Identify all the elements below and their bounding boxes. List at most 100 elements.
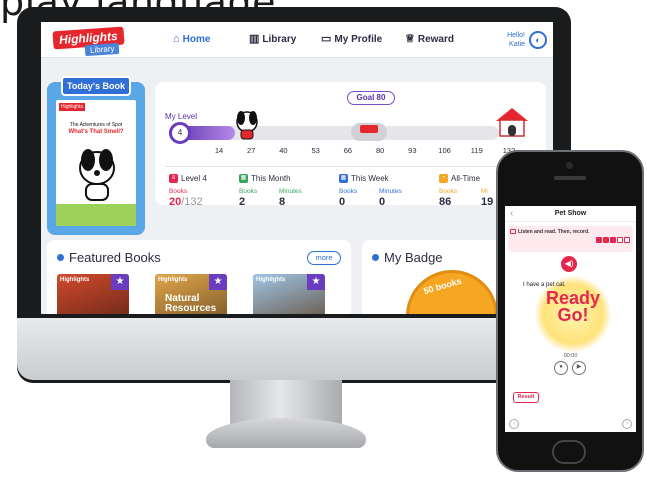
more-button[interactable]: more bbox=[307, 251, 341, 265]
level-tick-label: 106 bbox=[438, 146, 451, 155]
stat-week-title: This Week bbox=[351, 174, 389, 183]
goal-pill: Goal 80 bbox=[347, 91, 395, 105]
play-icon[interactable]: ▶ bbox=[572, 361, 586, 375]
badge-medal: 50 books bbox=[406, 270, 498, 314]
greeting-text: Hello! bbox=[507, 32, 525, 39]
level-tick-label: 14 bbox=[214, 146, 224, 155]
prev-page-icon[interactable]: ‹ bbox=[509, 419, 519, 429]
my-badge-title: My Badge bbox=[384, 250, 443, 265]
stat-month-minutes-label: Minutes bbox=[279, 188, 302, 195]
cover-grass bbox=[56, 204, 136, 226]
top-nav: Highlights Library ⌂ Home ▥ Library ▭ My… bbox=[41, 22, 553, 58]
featured-books-card: Featured Books more Highlights ★ Highlig… bbox=[47, 240, 351, 314]
ready-line-2: Go! bbox=[557, 305, 589, 325]
bullet-icon bbox=[372, 254, 379, 261]
result-button[interactable]: Result bbox=[513, 392, 539, 403]
phone-home-button[interactable] bbox=[552, 440, 586, 464]
sliders-icon: ≡ bbox=[169, 174, 178, 183]
speaker-icon[interactable]: ◀) bbox=[561, 256, 577, 272]
book-brand: Highlights bbox=[256, 277, 286, 283]
doghouse-icon bbox=[496, 108, 528, 137]
level-tick-label: 27 bbox=[247, 146, 256, 155]
dog-illustration bbox=[79, 149, 115, 201]
stat-week-minutes-value: 0 bbox=[379, 196, 386, 208]
dog-runner-icon bbox=[236, 111, 258, 140]
nav-reward-label: Reward bbox=[417, 34, 454, 45]
instruction-text: Listen and read. Then, record. bbox=[518, 229, 590, 235]
phone-header: ‹ Pet Show bbox=[505, 206, 636, 222]
stat-week-minutes-label: Minutes bbox=[379, 188, 402, 195]
stat-alltime-minutes-label: Mi bbox=[481, 188, 488, 195]
desktop-screen: Highlights Library ⌂ Home ▥ Library ▭ My… bbox=[41, 22, 553, 314]
books-icon: ▥ bbox=[249, 33, 260, 45]
cover-line-1: The Adventures of Spot bbox=[69, 122, 123, 128]
level-tick-label: 53 bbox=[311, 146, 320, 155]
stat-week-books-value: 0 bbox=[339, 196, 346, 208]
stat-month-minutes-value: 8 bbox=[279, 196, 286, 208]
nav-home[interactable]: ⌂ Home bbox=[173, 33, 210, 46]
todays-book-card[interactable]: Today's Book Highlights The Adventures o… bbox=[47, 76, 145, 235]
my-level-label: My Level bbox=[165, 112, 198, 121]
stat-this-month: ▦ This Month Books 2 Minutes 8 bbox=[239, 174, 302, 208]
step-indicators bbox=[596, 237, 630, 243]
featured-book-3[interactable]: Highlights ★ bbox=[253, 274, 325, 314]
badge-ring-text: 50 books bbox=[422, 275, 463, 297]
star-icon: ★ bbox=[209, 274, 227, 290]
stat-level-books-total: /132 bbox=[181, 196, 203, 208]
logo-sub: Library bbox=[84, 42, 120, 57]
level-divider bbox=[165, 166, 539, 167]
stat-month-books-label: Books bbox=[239, 188, 258, 195]
featured-book-1[interactable]: Highlights ★ bbox=[57, 274, 129, 314]
star-icon: ★ bbox=[111, 274, 129, 290]
stat-level: ≡ Level 4 Books 20/132 bbox=[169, 174, 207, 208]
clock-icon: ◔ bbox=[439, 174, 448, 183]
nav-reward[interactable]: ♕ Reward bbox=[405, 33, 454, 46]
trophy-icon: ♕ bbox=[405, 33, 415, 45]
stat-this-week: ▦ This Week Books 0 Minutes 0 bbox=[339, 174, 402, 208]
star-icon: ★ bbox=[307, 274, 325, 290]
phone-camera bbox=[566, 162, 573, 169]
nav-my-profile[interactable]: ▭ My Profile bbox=[321, 33, 382, 46]
next-page-icon[interactable]: › bbox=[622, 419, 632, 429]
user-name: Katie bbox=[509, 41, 525, 48]
microphone-icon[interactable]: ● bbox=[554, 361, 568, 375]
stat-alltime-title: All-Time bbox=[451, 174, 481, 183]
stat-alltime-books-value: 86 bbox=[439, 196, 452, 208]
ready-go-text: Ready Go! bbox=[535, 289, 611, 325]
id-card-icon: ▭ bbox=[321, 33, 332, 45]
monitor-chin bbox=[17, 318, 571, 380]
stat-level-books-label: Books bbox=[169, 188, 188, 195]
phone-device: ‹ Pet Show Listen and read. Then, record… bbox=[496, 150, 644, 472]
stat-alltime-books-label: Books bbox=[439, 188, 458, 195]
record-timer: 00:00 bbox=[563, 353, 578, 359]
phone-speaker bbox=[554, 176, 586, 180]
calendar-icon: ▦ bbox=[239, 174, 248, 183]
promo-stage: play language Highlights Library ⌂ Home … bbox=[0, 0, 647, 482]
todays-book-title: Today's Book bbox=[61, 76, 131, 96]
my-badge-card[interactable]: My Badge 50 books bbox=[362, 240, 502, 314]
level-tick-label: 80 bbox=[375, 146, 385, 155]
todays-book-cover[interactable]: Highlights The Adventures of Spot What's… bbox=[56, 100, 136, 226]
stat-all-time: ◔ All-Time Books 86 Mi 19 bbox=[439, 174, 493, 208]
phone-title: Pet Show bbox=[554, 210, 587, 217]
stat-level-books-value: 20/132 bbox=[169, 196, 203, 208]
house-icon: ⌂ bbox=[173, 33, 180, 45]
level-tick-label: 93 bbox=[408, 146, 417, 155]
my-badge-heading: My Badge bbox=[372, 250, 443, 265]
user-avatar[interactable]: ◐ bbox=[529, 31, 547, 49]
level-ticks: 14 27 40 53 66 80 93 106 119 132 bbox=[155, 146, 546, 158]
stat-month-books-value: 2 bbox=[239, 196, 246, 208]
instruction-banner: Listen and read. Then, record. bbox=[508, 226, 633, 252]
book-title: Natural Resources bbox=[165, 293, 217, 314]
level-card: Goal 80 My Level 4 14 27 40 53 66 80 93 106 119 1… bbox=[155, 82, 546, 208]
nav-library[interactable]: ▥ Library bbox=[249, 33, 296, 46]
stat-level-title: Level 4 bbox=[181, 174, 207, 183]
stat-month-title: This Month bbox=[251, 174, 291, 183]
user-greeting: Hello! Katie bbox=[491, 31, 525, 49]
level-progress-track bbox=[169, 126, 499, 140]
featured-book-2[interactable]: Highlights ★ Natural Resources bbox=[155, 274, 227, 314]
highlights-logo[interactable]: Highlights Library bbox=[52, 26, 125, 59]
cover-brand: Highlights bbox=[59, 103, 85, 111]
book-brand: Highlights bbox=[60, 277, 90, 283]
stat-week-books-label: Books bbox=[339, 188, 358, 195]
